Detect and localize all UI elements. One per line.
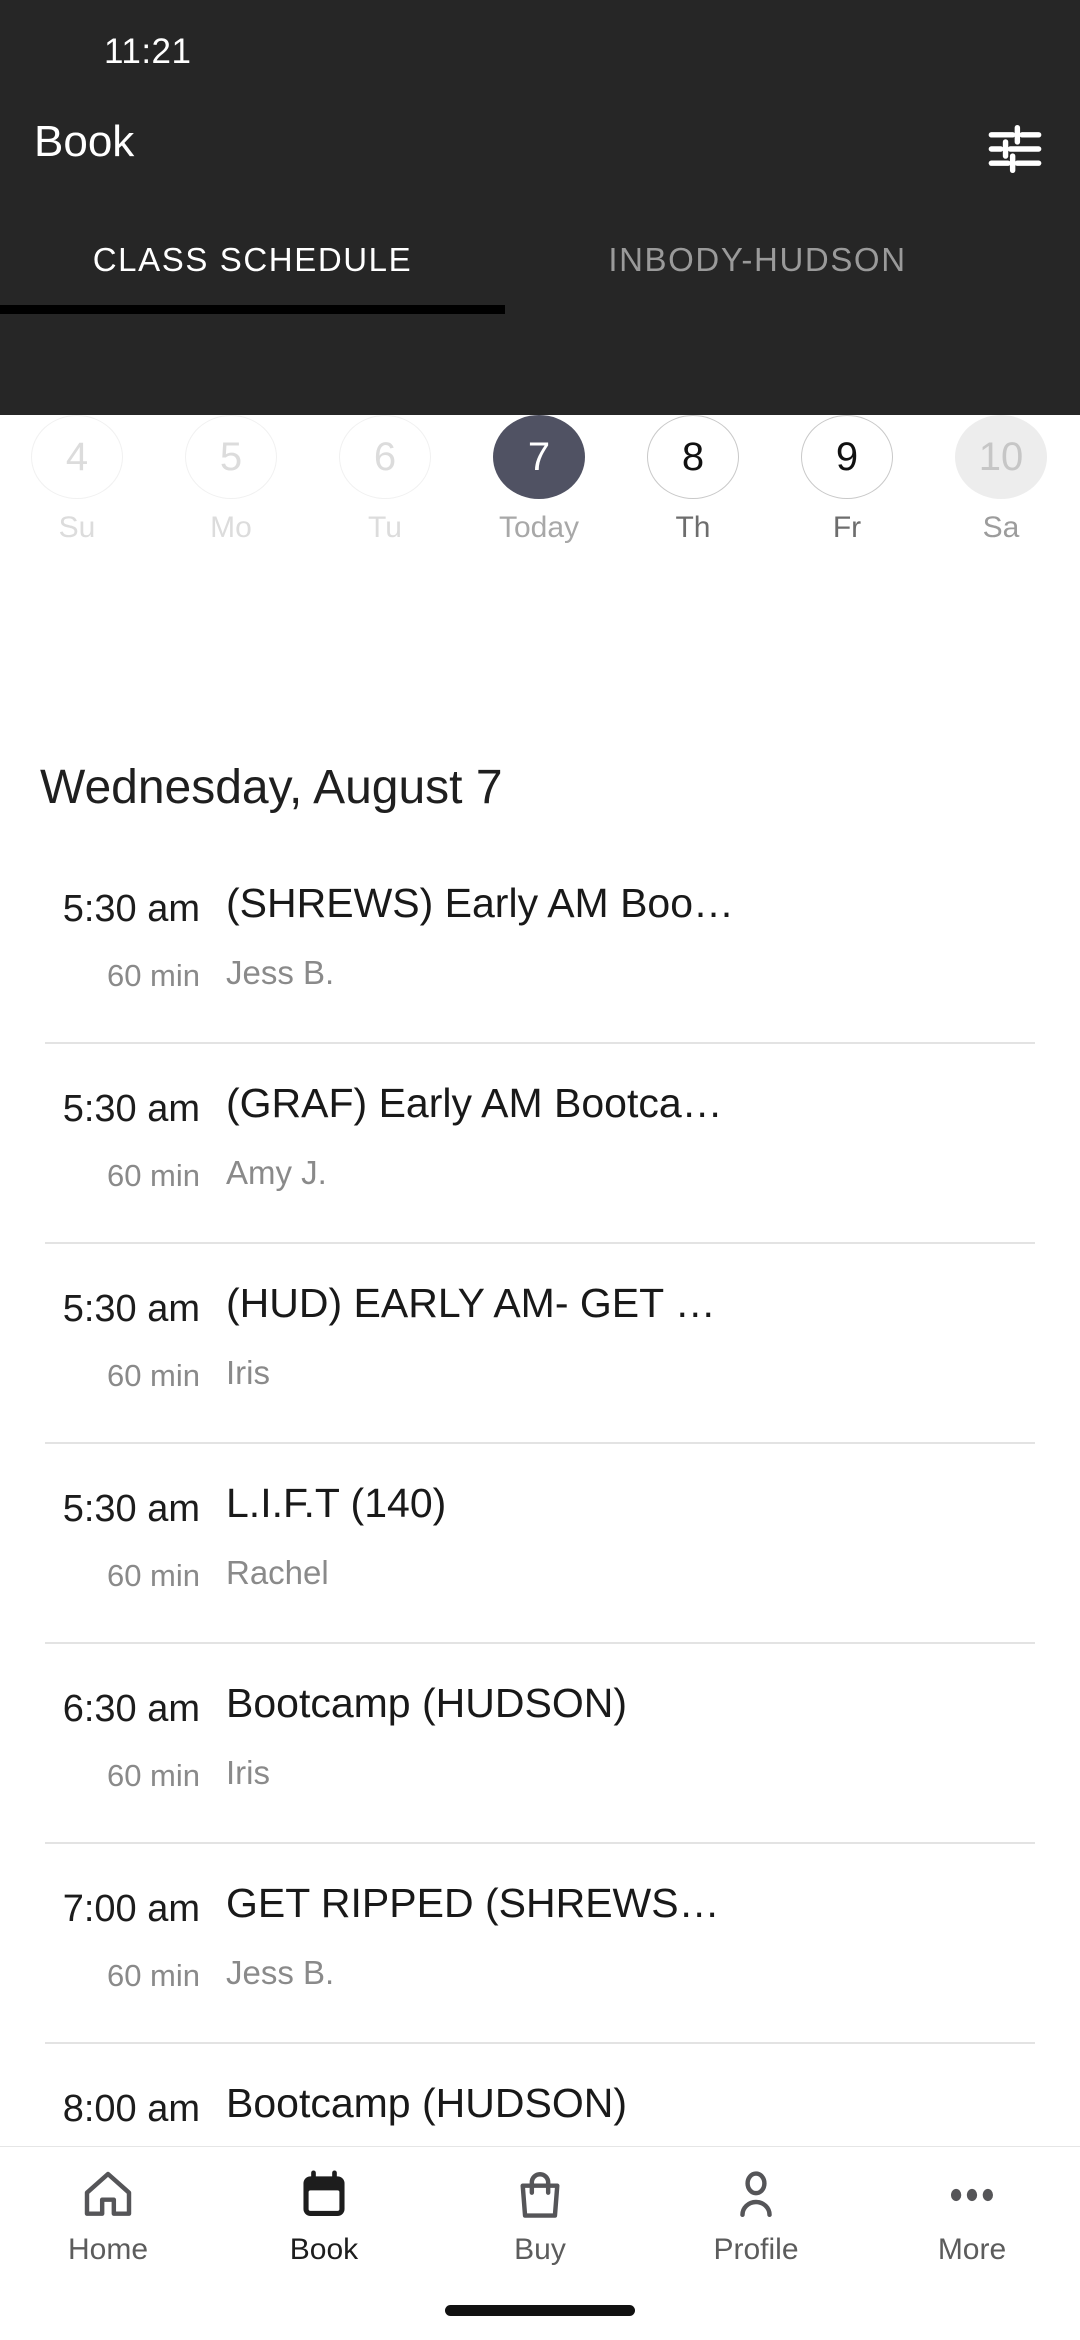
class-start-time: 5:30 am (62, 1488, 200, 1530)
more-icon (944, 2161, 1000, 2223)
class-start-time: 5:30 am (62, 1288, 200, 1330)
class-name: GET RIPPED (SHREWS… (226, 1880, 720, 1926)
row-divider (45, 1842, 1035, 1844)
class-name: Bootcamp (HUDSON) (226, 2080, 627, 2126)
date-circle-8: 8 (647, 415, 739, 499)
class-start-time: 8:00 am (62, 2088, 200, 2130)
class-list-item[interactable]: 5:30 am 60 min (HUD) EARLY AM- GET … Iris (0, 1242, 1080, 1442)
class-list-item[interactable]: 6:30 am 60 min Bootcamp (HUDSON) Iris (0, 1642, 1080, 1842)
class-duration: 60 min (106, 958, 200, 993)
date-circle-6: 6 (339, 415, 431, 499)
date-weekday-fr: Fr (832, 511, 862, 544)
date-weekday-su: Su (58, 511, 96, 544)
class-duration: 60 min (106, 1158, 200, 1193)
nav-item-more[interactable]: More (864, 2147, 1080, 2287)
bag-icon (512, 2161, 568, 2223)
class-start-time: 7:00 am (62, 1888, 200, 1930)
class-name: (HUD) EARLY AM- GET … (226, 1280, 716, 1326)
tab-class-schedule-label: CLASS SCHEDULE (92, 241, 413, 278)
tab-inbody-hudson[interactable]: INBODY-HUDSON (505, 205, 1010, 315)
nav-item-book[interactable]: Book (216, 2147, 432, 2287)
nav-label-book: Book (289, 2233, 359, 2266)
class-list-item[interactable]: 5:30 am 60 min (GRAF) Early AM Bootca… Amy … (0, 1042, 1080, 1242)
date-weekday-tu: Tu (368, 511, 402, 544)
class-list[interactable]: 5:30 am 60 min (SHREWS) Early AM Boo… Jess … (0, 842, 1080, 2246)
class-instructor: Jess B. (226, 954, 335, 991)
date-circle-4: 4 (31, 415, 123, 499)
app-screen: 11:21 Book CLASS SCHEDULE INBODY-HUDSON … (0, 0, 1080, 2340)
class-duration: 60 min (106, 1758, 200, 1793)
day-heading: Wednesday, August 7 (40, 761, 503, 814)
status-bar-clock: 11:21 (104, 32, 192, 71)
row-divider (45, 1042, 1035, 1044)
tab-bar: CLASS SCHEDULE INBODY-HUDSON (0, 205, 1080, 415)
class-instructor: Amy J. (226, 1154, 327, 1191)
person-icon (728, 2161, 784, 2223)
class-start-time: 5:30 am (62, 888, 200, 930)
nav-item-home[interactable]: Home (0, 2147, 216, 2287)
nav-label-buy: Buy (514, 2233, 566, 2266)
date-item-8[interactable]: 8 Th (616, 415, 770, 545)
date-item-4[interactable]: 4 Su (0, 415, 154, 545)
class-duration: 60 min (106, 1958, 200, 1993)
date-weekday-th: Th (675, 511, 711, 544)
class-name: Bootcamp (HUDSON) (226, 1680, 627, 1726)
app-header: 11:21 Book CLASS SCHEDULE INBODY-HUDSON (0, 0, 1080, 415)
class-instructor: Iris (226, 1754, 270, 1791)
date-item-5[interactable]: 5 Mo (154, 415, 308, 545)
class-start-time: 5:30 am (62, 1088, 200, 1130)
app-bar: Book (0, 95, 1080, 205)
class-duration: 60 min (106, 1558, 200, 1593)
class-duration: 60 min (106, 1358, 200, 1393)
tune-icon[interactable] (986, 123, 1044, 175)
class-instructor: Jess B. (226, 1954, 335, 1991)
class-name: (SHREWS) Early AM Boo… (226, 880, 735, 926)
date-item-10[interactable]: 10 Sa (924, 415, 1078, 545)
tab-inbody-hudson-label: INBODY-HUDSON (608, 241, 907, 278)
active-tab-indicator (0, 305, 505, 314)
date-circle-7: 7 (493, 415, 585, 499)
row-divider (45, 1442, 1035, 1444)
date-weekday-today: Today (498, 511, 580, 544)
date-weekday-mo: Mo (210, 511, 252, 544)
calendar-icon (296, 2161, 352, 2223)
tab-class-schedule[interactable]: CLASS SCHEDULE (0, 205, 505, 315)
nav-label-more: More (937, 2233, 1007, 2266)
row-divider (45, 1242, 1035, 1244)
nav-item-profile[interactable]: Profile (648, 2147, 864, 2287)
date-circle-9: 9 (801, 415, 893, 499)
class-list-item[interactable]: 5:30 am 60 min (SHREWS) Early AM Boo… Jess … (0, 842, 1080, 1042)
date-item-6[interactable]: 6 Tu (308, 415, 462, 545)
nav-label-home: Home (67, 2233, 149, 2266)
home-indicator (445, 2305, 635, 2316)
date-circle-5: 5 (185, 415, 277, 499)
bottom-navigation: Home Book Buy Profile More (0, 2146, 1080, 2340)
nav-label-profile: Profile (713, 2233, 799, 2266)
page-title: Book (34, 117, 135, 166)
class-instructor: Iris (226, 1354, 270, 1391)
date-selector[interactable]: 4 Su 5 Mo 6 Tu 7 Today 8 Th 9 Fr 10 Sa (0, 415, 1080, 545)
class-list-item[interactable]: 7:00 am 60 min GET RIPPED (SHREWS… Jess B. (0, 1842, 1080, 2042)
nav-item-buy[interactable]: Buy (432, 2147, 648, 2287)
date-weekday-sa: Sa (982, 511, 1020, 544)
class-instructor: Rachel (226, 1554, 329, 1591)
status-bar: 11:21 (0, 0, 1080, 95)
row-divider (45, 2042, 1035, 2044)
class-start-time: 6:30 am (62, 1688, 200, 1730)
date-item-7[interactable]: 7 Today (462, 415, 616, 545)
class-list-item[interactable]: 5:30 am 60 min L.I.F.T (140) Rachel (0, 1442, 1080, 1642)
row-divider (45, 1642, 1035, 1644)
class-name: L.I.F.T (140) (226, 1480, 447, 1526)
date-item-9[interactable]: 9 Fr (770, 415, 924, 545)
class-name: (GRAF) Early AM Bootca… (226, 1080, 723, 1126)
date-circle-10: 10 (955, 415, 1047, 499)
home-icon (80, 2161, 136, 2223)
